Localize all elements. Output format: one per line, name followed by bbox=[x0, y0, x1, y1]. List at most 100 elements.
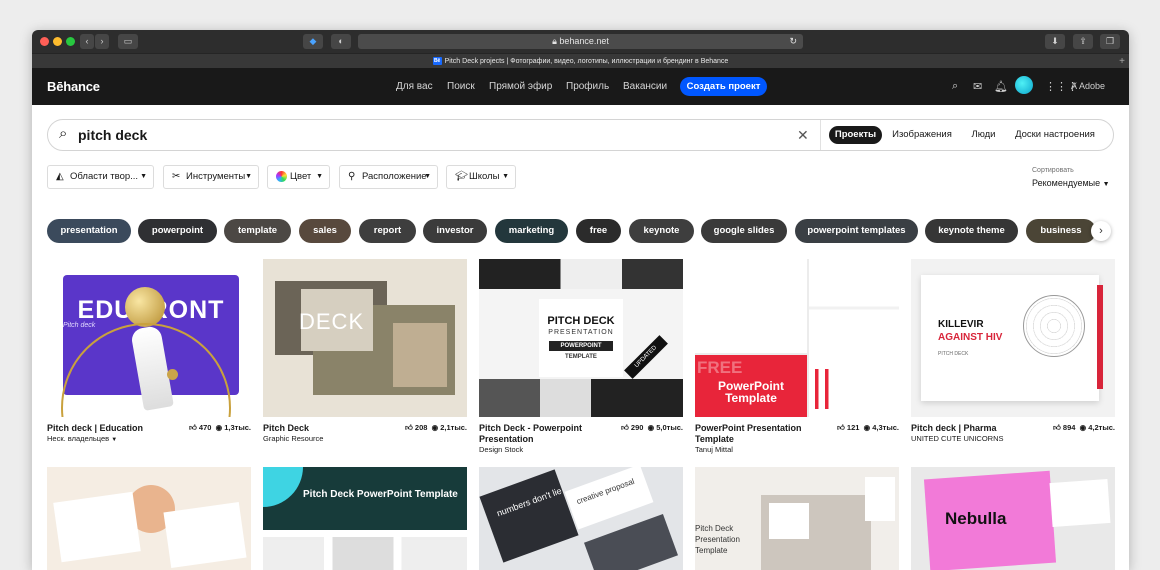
chevron-down-icon: ▼ bbox=[424, 173, 431, 180]
thumb-subtitle: Pitch deck bbox=[63, 322, 96, 329]
privacy-shield-icon[interactable]: ◐ bbox=[331, 34, 351, 49]
project-owner[interactable]: Tanuj Mittal bbox=[695, 445, 733, 454]
sidebar-icon[interactable]: ▭ bbox=[118, 34, 138, 49]
nav-link-live[interactable]: Прямой эфир bbox=[489, 81, 552, 92]
project-thumbnail[interactable] bbox=[47, 467, 251, 570]
clear-search-icon[interactable]: ✕ bbox=[797, 127, 809, 144]
behance-navbar: Bēhance Для вас Поиск Прямой эфир Профил… bbox=[32, 68, 1129, 105]
download-icon[interactable]: ⬇ bbox=[1045, 34, 1065, 49]
create-project-button[interactable]: Создать проект bbox=[680, 77, 767, 96]
project-title[interactable]: Pitch deck | Pharma bbox=[911, 423, 1039, 434]
tab-images[interactable]: Изображения bbox=[890, 126, 954, 144]
mockup-strip bbox=[479, 259, 683, 289]
new-tab-icon[interactable]: + bbox=[1119, 54, 1125, 69]
project-owner[interactable]: UNITED CUTE UNICORNS bbox=[911, 434, 1004, 443]
project-owner[interactable]: Design Stock bbox=[479, 445, 523, 454]
project-thumbnail[interactable]: Nebulla bbox=[911, 467, 1115, 570]
project-stats: 👍︎ 290 ◉ 5,0тыс. bbox=[620, 423, 683, 432]
chip-keynote[interactable]: keynote bbox=[629, 219, 694, 243]
project-thumbnail[interactable]: Pitch Deck PowerPoint Template bbox=[263, 467, 467, 570]
project-thumbnail[interactable]: EDUFRONT Pitch deck bbox=[47, 259, 251, 417]
reload-icon[interactable]: ↻ bbox=[789, 34, 797, 49]
chip-investor[interactable]: investor bbox=[423, 219, 487, 243]
filter-schools[interactable]: 🎓︎ Школы ▼ bbox=[446, 165, 516, 189]
browser-toolbar: ‹ › ▭ ◆ ◐ 🔒︎ behance.net ↻ ⬇ ⇪ ❐ bbox=[32, 30, 1129, 53]
thumbs-up-icon: 👍︎ bbox=[188, 423, 197, 432]
project-title[interactable]: PowerPoint Presentation Template bbox=[695, 423, 823, 445]
project-title[interactable]: Pitch Deck bbox=[263, 423, 391, 434]
filter-location[interactable]: ⚲ Расположение ▼ bbox=[339, 165, 438, 189]
mail-icon[interactable]: ✉ bbox=[973, 80, 982, 93]
tabs-overview-icon[interactable]: ❐ bbox=[1100, 34, 1120, 49]
chip-business[interactable]: business bbox=[1026, 219, 1096, 243]
project-title[interactable]: Pitch deck | Education bbox=[47, 423, 175, 434]
project-thumbnail[interactable]: DECK bbox=[263, 259, 467, 417]
chip-powerpoint-templates[interactable]: powerpoint templates bbox=[795, 219, 918, 243]
adobe-link[interactable]: Ⱥ Adobe bbox=[1071, 81, 1105, 91]
tab-people[interactable]: Люди bbox=[967, 126, 1000, 144]
forward-icon[interactable]: › bbox=[95, 34, 109, 49]
project-thumbnail[interactable]: PITCH DECK PRESENTATION POWERPOINT TEMPL… bbox=[479, 259, 683, 417]
minimize-window-button[interactable] bbox=[53, 37, 62, 46]
eye-icon: ◉ bbox=[215, 423, 223, 432]
address-bar[interactable]: 🔒︎ behance.net ↻ bbox=[358, 34, 803, 49]
filter-color[interactable]: Цвет ▼ bbox=[267, 165, 330, 189]
nav-link-profile[interactable]: Профиль bbox=[566, 81, 609, 92]
sort-select[interactable]: Рекомендуемые ▼ bbox=[1032, 178, 1110, 188]
thumb-title: Pitch Deck PowerPoint Template bbox=[303, 489, 458, 500]
project-thumbnail[interactable]: KILLEVIR AGAINST HIV PITCH DECK bbox=[911, 259, 1115, 417]
chip-report[interactable]: report bbox=[359, 219, 416, 243]
slide-mock bbox=[163, 501, 247, 569]
extension-icon[interactable]: ◆ bbox=[303, 34, 323, 49]
search-input[interactable]: pitch deck bbox=[78, 127, 147, 143]
tab-moodboards[interactable]: Доски настроения bbox=[1010, 126, 1100, 144]
project-title[interactable]: Pitch Deck - Powerpoint Presentation bbox=[479, 423, 607, 445]
share-icon[interactable]: ⇪ bbox=[1073, 34, 1093, 49]
project-stats: 👍︎ 208 ◉ 2,1тыс. bbox=[404, 423, 467, 432]
project-thumbnail[interactable]: numbers don't lie creative proposal bbox=[479, 467, 683, 570]
chip-sales[interactable]: sales bbox=[299, 219, 351, 243]
filter-tools[interactable]: ✂ Инструменты ▼ bbox=[163, 165, 259, 189]
search-divider bbox=[820, 120, 821, 150]
slide-strip bbox=[263, 537, 467, 570]
project-owner[interactable]: Неск. владельцев ▼ bbox=[47, 434, 117, 443]
sort-label: Сортировать bbox=[1032, 167, 1074, 174]
tab-bar: Bē Pitch Deck projects | Фотографии, виде… bbox=[32, 53, 1129, 68]
filter-creative-fields[interactable]: ◭ Области твор... ▼ bbox=[47, 165, 154, 189]
thumbs-up-icon: 👍︎ bbox=[836, 423, 845, 432]
bell-icon[interactable]: 🔔︎ bbox=[994, 80, 1008, 93]
chevron-down-icon: ▼ bbox=[502, 173, 509, 180]
tab-projects[interactable]: Проекты bbox=[829, 126, 882, 144]
search-bar[interactable]: ⌕ pitch deck ✕ Проекты Изображения Люди … bbox=[47, 119, 1114, 151]
project-thumbnail[interactable]: Pitch Deck Presentation Template bbox=[695, 467, 899, 570]
creative-fields-icon: ◭ bbox=[56, 171, 64, 182]
search-icon[interactable]: ⌕ bbox=[952, 80, 958, 93]
dark-slide bbox=[584, 513, 678, 570]
nav-link-search[interactable]: Поиск bbox=[447, 81, 475, 92]
chip-powerpoint[interactable]: powerpoint bbox=[138, 219, 217, 243]
project-thumbnail[interactable]: FREE PowerPoint Template bbox=[695, 259, 899, 417]
chip-free[interactable]: free bbox=[576, 219, 621, 243]
chevron-down-icon: ▼ bbox=[316, 173, 323, 180]
chip-marketing[interactable]: marketing bbox=[495, 219, 568, 243]
zoom-window-button[interactable] bbox=[66, 37, 75, 46]
avatar[interactable] bbox=[1015, 76, 1033, 94]
chip-template[interactable]: template bbox=[224, 219, 291, 243]
chip-google-slides[interactable]: google slides bbox=[701, 219, 787, 243]
photo-placeholder bbox=[393, 323, 447, 387]
thumb-free: FREE bbox=[697, 358, 743, 377]
chevron-down-icon: ▼ bbox=[1102, 181, 1110, 188]
tab-title[interactable]: Pitch Deck projects | Фотографии, видео,… bbox=[445, 58, 729, 65]
back-icon[interactable]: ‹ bbox=[80, 34, 94, 49]
chip-keynote-theme[interactable]: keynote theme bbox=[925, 219, 1018, 243]
project-stats: 👍︎ 121 ◉ 4,3тыс. bbox=[836, 423, 899, 432]
nav-link-for-you[interactable]: Для вас bbox=[396, 81, 433, 92]
behance-logo[interactable]: Bēhance bbox=[47, 79, 100, 94]
project-owner[interactable]: Graphic Resource bbox=[263, 434, 323, 443]
chip-presentation[interactable]: presentation bbox=[47, 219, 131, 243]
mockup-strip bbox=[479, 379, 683, 417]
close-window-button[interactable] bbox=[40, 37, 49, 46]
chevron-right-icon[interactable]: › bbox=[1091, 221, 1111, 241]
chevron-down-icon: ▼ bbox=[140, 173, 147, 180]
nav-link-jobs[interactable]: Вакансии bbox=[623, 81, 667, 92]
